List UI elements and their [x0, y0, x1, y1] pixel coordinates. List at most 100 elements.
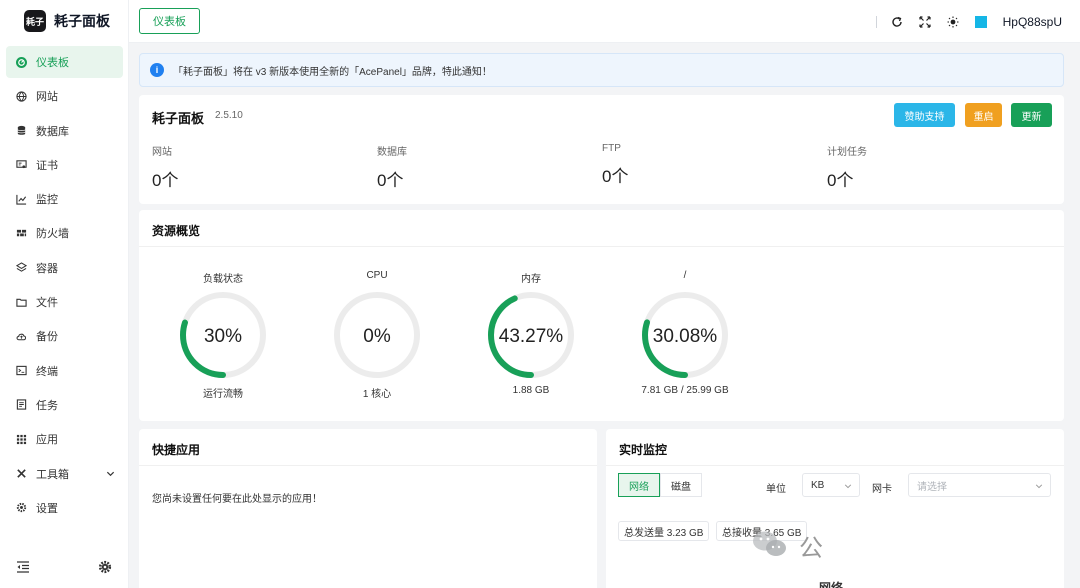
sidebar-item-label: 任务: [36, 399, 58, 412]
terminal-icon: [16, 365, 27, 376]
card-title: 资源概览: [152, 224, 201, 238]
sun-icon[interactable]: [947, 16, 959, 28]
gauge-label: CPU: [366, 270, 388, 281]
tools-icon: [16, 468, 27, 479]
sidebar-footer: [16, 560, 112, 576]
sidebar-item-website[interactable]: 网站: [6, 80, 123, 112]
dashboard-icon: [16, 56, 27, 68]
gauge-ring: 30.08%: [642, 292, 728, 378]
stat-value: 0个: [152, 171, 179, 190]
restart-button[interactable]: 重启: [965, 103, 1002, 127]
sidebar-item-certificate[interactable]: 证书: [6, 149, 123, 181]
sidebar-item-database[interactable]: 数据库: [6, 115, 123, 147]
sponsor-button[interactable]: 赞助支持: [894, 103, 955, 127]
empty-message: 您尚未设置任何要在此处显示的应用！: [152, 494, 322, 505]
top-header: 仪表板 HpQ88spU: [129, 0, 1080, 43]
sidebar-item-firewall[interactable]: 防火墙: [6, 217, 123, 249]
stat-ftp[interactable]: FTP 0个: [602, 143, 802, 187]
sidebar-item-label: 监控: [36, 194, 58, 207]
settings-gear-icon[interactable]: [98, 560, 112, 574]
resource-overview-card: 资源概览 负载状态 30% 运行流畅 CPU 0% 1 核心 内存 43.27%…: [139, 210, 1064, 421]
sidebar-nav: 仪表板 网站 数据库 证书 监控 防火墙 容器 文件 备份 终端 任务 应用 工…: [6, 46, 123, 526]
tab-disk[interactable]: 磁盘: [660, 473, 702, 497]
stat-label: 网站: [152, 147, 172, 158]
nic-select[interactable]: 请选择: [908, 473, 1051, 497]
unit-label: 单位: [766, 484, 786, 495]
sidebar: 耗子 耗子面板 仪表板 网站 数据库 证书 监控 防火墙 容器 文件 备份 终端…: [0, 0, 129, 588]
sidebar-item-label: 仪表板: [36, 57, 69, 69]
sidebar-item-label: 文件: [36, 297, 58, 310]
tab-dashboard[interactable]: 仪表板: [139, 8, 200, 34]
gauge-memory: 内存 43.27% 1.88 GB: [481, 270, 581, 396]
refresh-icon[interactable]: [891, 16, 903, 28]
sidebar-item-dashboard[interactable]: 仪表板: [6, 46, 123, 78]
sidebar-item-settings[interactable]: 设置: [6, 492, 123, 524]
sidebar-item-label: 网站: [36, 91, 58, 104]
update-button[interactable]: 更新: [1011, 103, 1052, 127]
realtime-monitor-card: 实时监控 网络 磁盘 单位 KB 网卡 请选择 总发送量 3.23 GB 总接收…: [606, 429, 1064, 588]
gauge-value: 43.27%: [499, 326, 564, 347]
sidebar-item-label: 证书: [36, 159, 58, 172]
monitor-tabs: 网络 磁盘: [618, 473, 702, 497]
collapse-sidebar-icon[interactable]: [16, 560, 30, 574]
sidebar-item-apps[interactable]: 应用: [6, 423, 123, 455]
unit-select-value: KB: [811, 479, 825, 491]
certificate-icon: [16, 159, 27, 170]
folder-icon: [16, 297, 27, 308]
chevron-down-icon[interactable]: [106, 469, 115, 478]
hostname[interactable]: HpQ88spU: [1003, 15, 1062, 29]
quick-apps-card: 快捷应用 您尚未设置任何要在此处显示的应用！: [139, 429, 597, 588]
gauge-value: 0%: [363, 326, 391, 347]
chart-title: 网络: [819, 581, 844, 588]
sidebar-item-monitor[interactable]: 监控: [6, 183, 123, 215]
gauge-subtitle: 1 核心: [362, 389, 392, 400]
stat-label: FTP: [602, 143, 621, 154]
sidebar-item-label: 终端: [36, 365, 58, 378]
gauge-ring: 43.27%: [488, 292, 574, 378]
database-icon: [16, 125, 27, 136]
card-header: 资源概览: [139, 210, 1064, 247]
theme-color-swatch[interactable]: [974, 15, 987, 28]
sidebar-item-label: 工具箱: [36, 468, 69, 481]
sidebar-item-backup[interactable]: 备份: [6, 320, 123, 352]
stat-cron-tasks[interactable]: 计划任务 0个: [827, 143, 1027, 191]
sidebar-item-toolbox[interactable]: 工具箱: [6, 458, 123, 490]
globe-icon: [16, 91, 27, 102]
fullscreen-icon[interactable]: [919, 15, 931, 28]
card-title: 实时监控: [619, 443, 668, 457]
tab-network[interactable]: 网络: [618, 473, 660, 497]
panel-version: 2.5.10: [215, 110, 243, 121]
firewall-icon: [16, 228, 27, 239]
sidebar-item-terminal[interactable]: 终端: [6, 355, 123, 387]
chart-line-icon: [16, 194, 27, 205]
gauge-load: 负载状态 30% 运行流畅: [173, 270, 273, 400]
gauge-ring: 0%: [334, 292, 420, 378]
panel-title: 耗子面板: [152, 111, 205, 126]
gauge-value: 30.08%: [653, 326, 718, 347]
gear-icon: [16, 502, 27, 513]
app-name: 耗子面板: [54, 13, 110, 29]
stat-label: 数据库: [377, 147, 407, 158]
nic-label: 网卡: [872, 484, 892, 495]
gauge-label: 负载状态: [203, 274, 243, 285]
total-sent-tag: 总发送量 3.23 GB: [618, 521, 710, 541]
gauge-label: /: [683, 270, 687, 281]
sidebar-item-container[interactable]: 容器: [6, 252, 123, 284]
gauge-disk-root: / 30.08% 7.81 GB / 25.99 GB: [635, 270, 735, 396]
sidebar-item-label: 防火墙: [36, 228, 69, 241]
gauge-subtitle: 运行流畅: [203, 389, 243, 400]
sidebar-item-tasks[interactable]: 任务: [6, 389, 123, 421]
card-header: 实时监控: [606, 429, 1064, 466]
wechat-watermark-icon: [753, 531, 786, 556]
stat-websites[interactable]: 网站 0个: [152, 143, 352, 191]
stat-label: 计划任务: [827, 147, 867, 158]
notice-banner: i 「耗子面板」将在 v3 新版本使用全新的「AcePanel」品牌，特此通知！: [139, 53, 1064, 87]
task-icon: [16, 399, 27, 411]
brand[interactable]: 耗子 耗子面板: [24, 10, 110, 32]
unit-select[interactable]: KB: [802, 473, 860, 497]
chevron-down-icon: [1035, 484, 1043, 489]
stat-value: 0个: [827, 171, 854, 190]
sidebar-item-files[interactable]: 文件: [6, 286, 123, 318]
stat-databases[interactable]: 数据库 0个: [377, 143, 577, 191]
panel-info-card: 耗子面板 2.5.10 赞助支持 重启 更新 网站 0个 数据库 0个 FTP …: [139, 95, 1064, 204]
